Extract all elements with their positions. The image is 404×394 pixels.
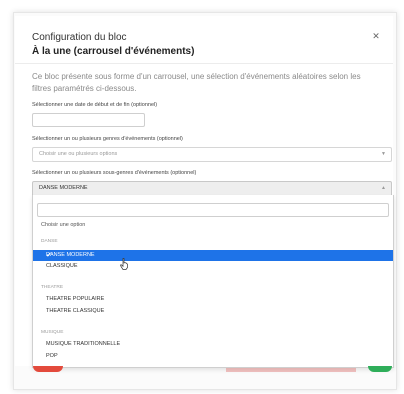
save-button[interactable] <box>368 366 392 372</box>
subgenres-selected-value: DANSE MODERNE <box>39 185 88 191</box>
modal-description: Ce bloc présente sous forme d'un carrous… <box>32 72 361 93</box>
genres-label: Sélectionner un ou plusieurs genres d'év… <box>32 136 183 142</box>
dropdown-option-pop[interactable]: POP <box>33 351 393 362</box>
group-label-musique: MUSIQUE <box>41 330 64 335</box>
date-filter-label: Sélectionner une date de début et de fin… <box>32 102 158 108</box>
subgenres-dropdown: Choisir une option DANSE DANSE MODERNE ✔… <box>32 195 394 368</box>
dropdown-option-theatre-populaire[interactable]: THEATRE POPULAIRE <box>33 294 393 305</box>
dropdown-option-danse-moderne[interactable]: DANSE MODERNE ✔ <box>33 250 393 261</box>
delete-button[interactable] <box>33 366 63 372</box>
genres-placeholder: Choisir une ou plusieurs options <box>39 151 118 157</box>
chevron-up-icon: ▲ <box>381 185 386 191</box>
dropdown-option-placeholder[interactable]: Choisir une option <box>33 220 393 231</box>
dropdown-option-theatre-classique[interactable]: THEATRE CLASSIQUE <box>33 306 393 317</box>
date-range-input[interactable] <box>32 113 145 127</box>
group-label-theatre: THEATRE <box>41 285 64 290</box>
check-icon: ✔ <box>46 252 52 259</box>
dropdown-option-classique[interactable]: CLASSIQUE <box>33 261 393 272</box>
background-bar <box>226 368 356 372</box>
group-label-danse: DANSE <box>41 239 58 244</box>
genres-select[interactable]: Choisir une ou plusieurs options ▼ <box>32 147 392 162</box>
dropdown-search-input[interactable] <box>37 203 389 217</box>
chevron-down-icon: ▼ <box>381 151 386 157</box>
modal-title: Configuration du bloc <box>32 32 127 43</box>
subgenres-select[interactable]: DANSE MODERNE ▲ <box>32 181 392 196</box>
subgenres-label: Sélectionner un ou plusieurs sous-genres… <box>32 170 197 176</box>
block-config-modal: ✕ Configuration du bloc À la une (carrou… <box>15 16 394 368</box>
divider <box>15 63 393 64</box>
hand-cursor-icon <box>120 258 128 270</box>
close-icon[interactable]: ✕ <box>371 31 381 41</box>
modal-subtitle: À la une (carrousel d'événements) <box>32 46 195 57</box>
dropdown-option-musique-traditionnelle[interactable]: MUSIQUE TRADITIONNELLE <box>33 339 393 350</box>
